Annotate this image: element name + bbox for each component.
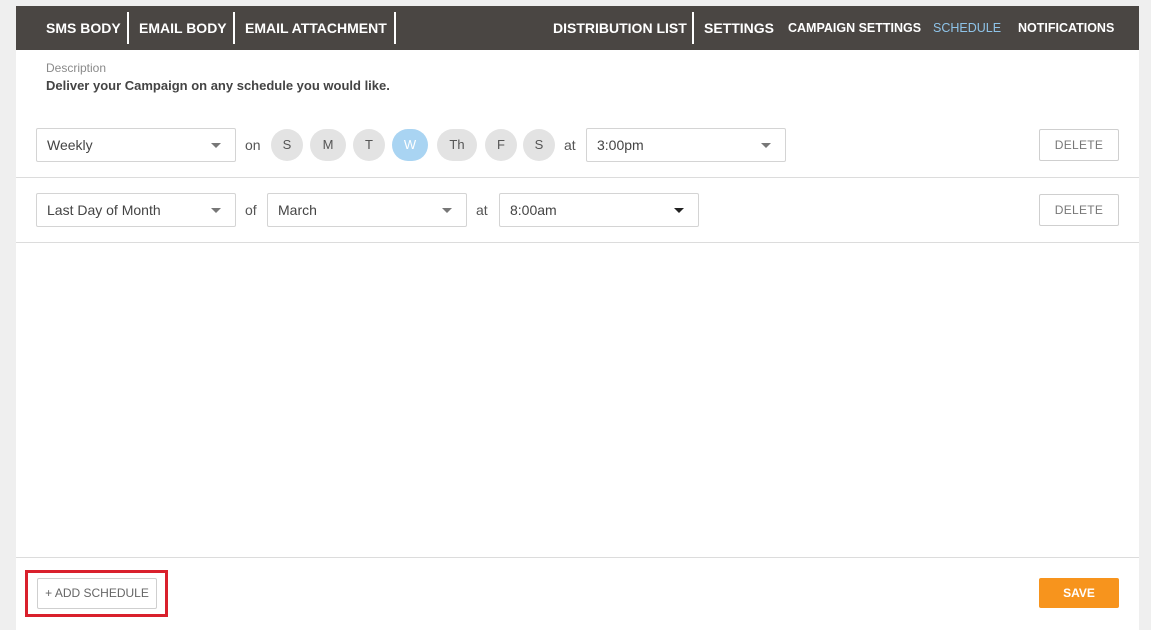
day-monday[interactable]: M	[310, 129, 346, 161]
month-value: March	[278, 202, 317, 218]
at-label: at	[476, 202, 488, 218]
on-label: on	[245, 137, 261, 153]
campaign-nav-bar: SMS BODY EMAIL BODY EMAIL ATTACHMENT DIS…	[16, 6, 1139, 50]
frequency-select[interactable]: Last Day of Month	[36, 193, 236, 227]
description-label: Description	[46, 61, 107, 75]
nav-separator	[692, 12, 694, 44]
tab-notifications[interactable]: NOTIFICATIONS	[1018, 6, 1114, 50]
time-value: 3:00pm	[597, 137, 644, 153]
day-friday[interactable]: F	[485, 129, 517, 161]
delete-schedule-button[interactable]: DELETE	[1039, 129, 1119, 161]
nav-separator	[233, 12, 235, 44]
row-divider	[16, 177, 1139, 178]
of-label: of	[245, 202, 257, 218]
day-tuesday[interactable]: T	[353, 129, 385, 161]
day-wednesday[interactable]: W	[392, 129, 428, 161]
delete-schedule-button[interactable]: DELETE	[1039, 194, 1119, 226]
schedule-row-weekly: Weekly on S M T W Th F S at 3:00pm DELET…	[16, 128, 1139, 178]
chevron-down-icon	[761, 143, 771, 148]
chevron-down-icon	[211, 208, 221, 213]
tab-email-attachment[interactable]: EMAIL ATTACHMENT	[245, 6, 387, 50]
month-select[interactable]: March	[267, 193, 467, 227]
chevron-down-icon	[211, 143, 221, 148]
description-text: Deliver your Campaign on any schedule yo…	[46, 78, 390, 93]
day-thursday[interactable]: Th	[437, 129, 477, 161]
save-button[interactable]: SAVE	[1039, 578, 1119, 608]
frequency-value: Weekly	[47, 137, 93, 153]
at-label: at	[564, 137, 576, 153]
nav-separator	[394, 12, 396, 44]
tab-email-body[interactable]: EMAIL BODY	[139, 6, 227, 50]
add-schedule-button[interactable]: + ADD SCHEDULE	[37, 578, 157, 609]
footer-divider	[16, 557, 1139, 558]
tab-sms-body[interactable]: SMS BODY	[46, 6, 121, 50]
chevron-down-icon	[674, 208, 684, 213]
tab-settings[interactable]: SETTINGS	[704, 6, 774, 50]
tab-distribution-list[interactable]: DISTRIBUTION LIST	[553, 6, 687, 50]
chevron-down-icon	[442, 208, 452, 213]
schedule-row-monthly: Last Day of Month of March at 8:00am DEL…	[16, 193, 1139, 243]
time-value: 8:00am	[510, 202, 557, 218]
tab-schedule[interactable]: SCHEDULE	[933, 6, 1001, 50]
frequency-value: Last Day of Month	[47, 202, 161, 218]
row-divider	[16, 242, 1139, 243]
tab-campaign-settings[interactable]: CAMPAIGN SETTINGS	[788, 6, 921, 50]
day-saturday[interactable]: S	[523, 129, 555, 161]
frequency-select[interactable]: Weekly	[36, 128, 236, 162]
nav-separator	[127, 12, 129, 44]
time-select[interactable]: 3:00pm	[586, 128, 786, 162]
time-select[interactable]: 8:00am	[499, 193, 699, 227]
schedule-panel: SMS BODY EMAIL BODY EMAIL ATTACHMENT DIS…	[16, 6, 1139, 630]
day-sunday[interactable]: S	[271, 129, 303, 161]
